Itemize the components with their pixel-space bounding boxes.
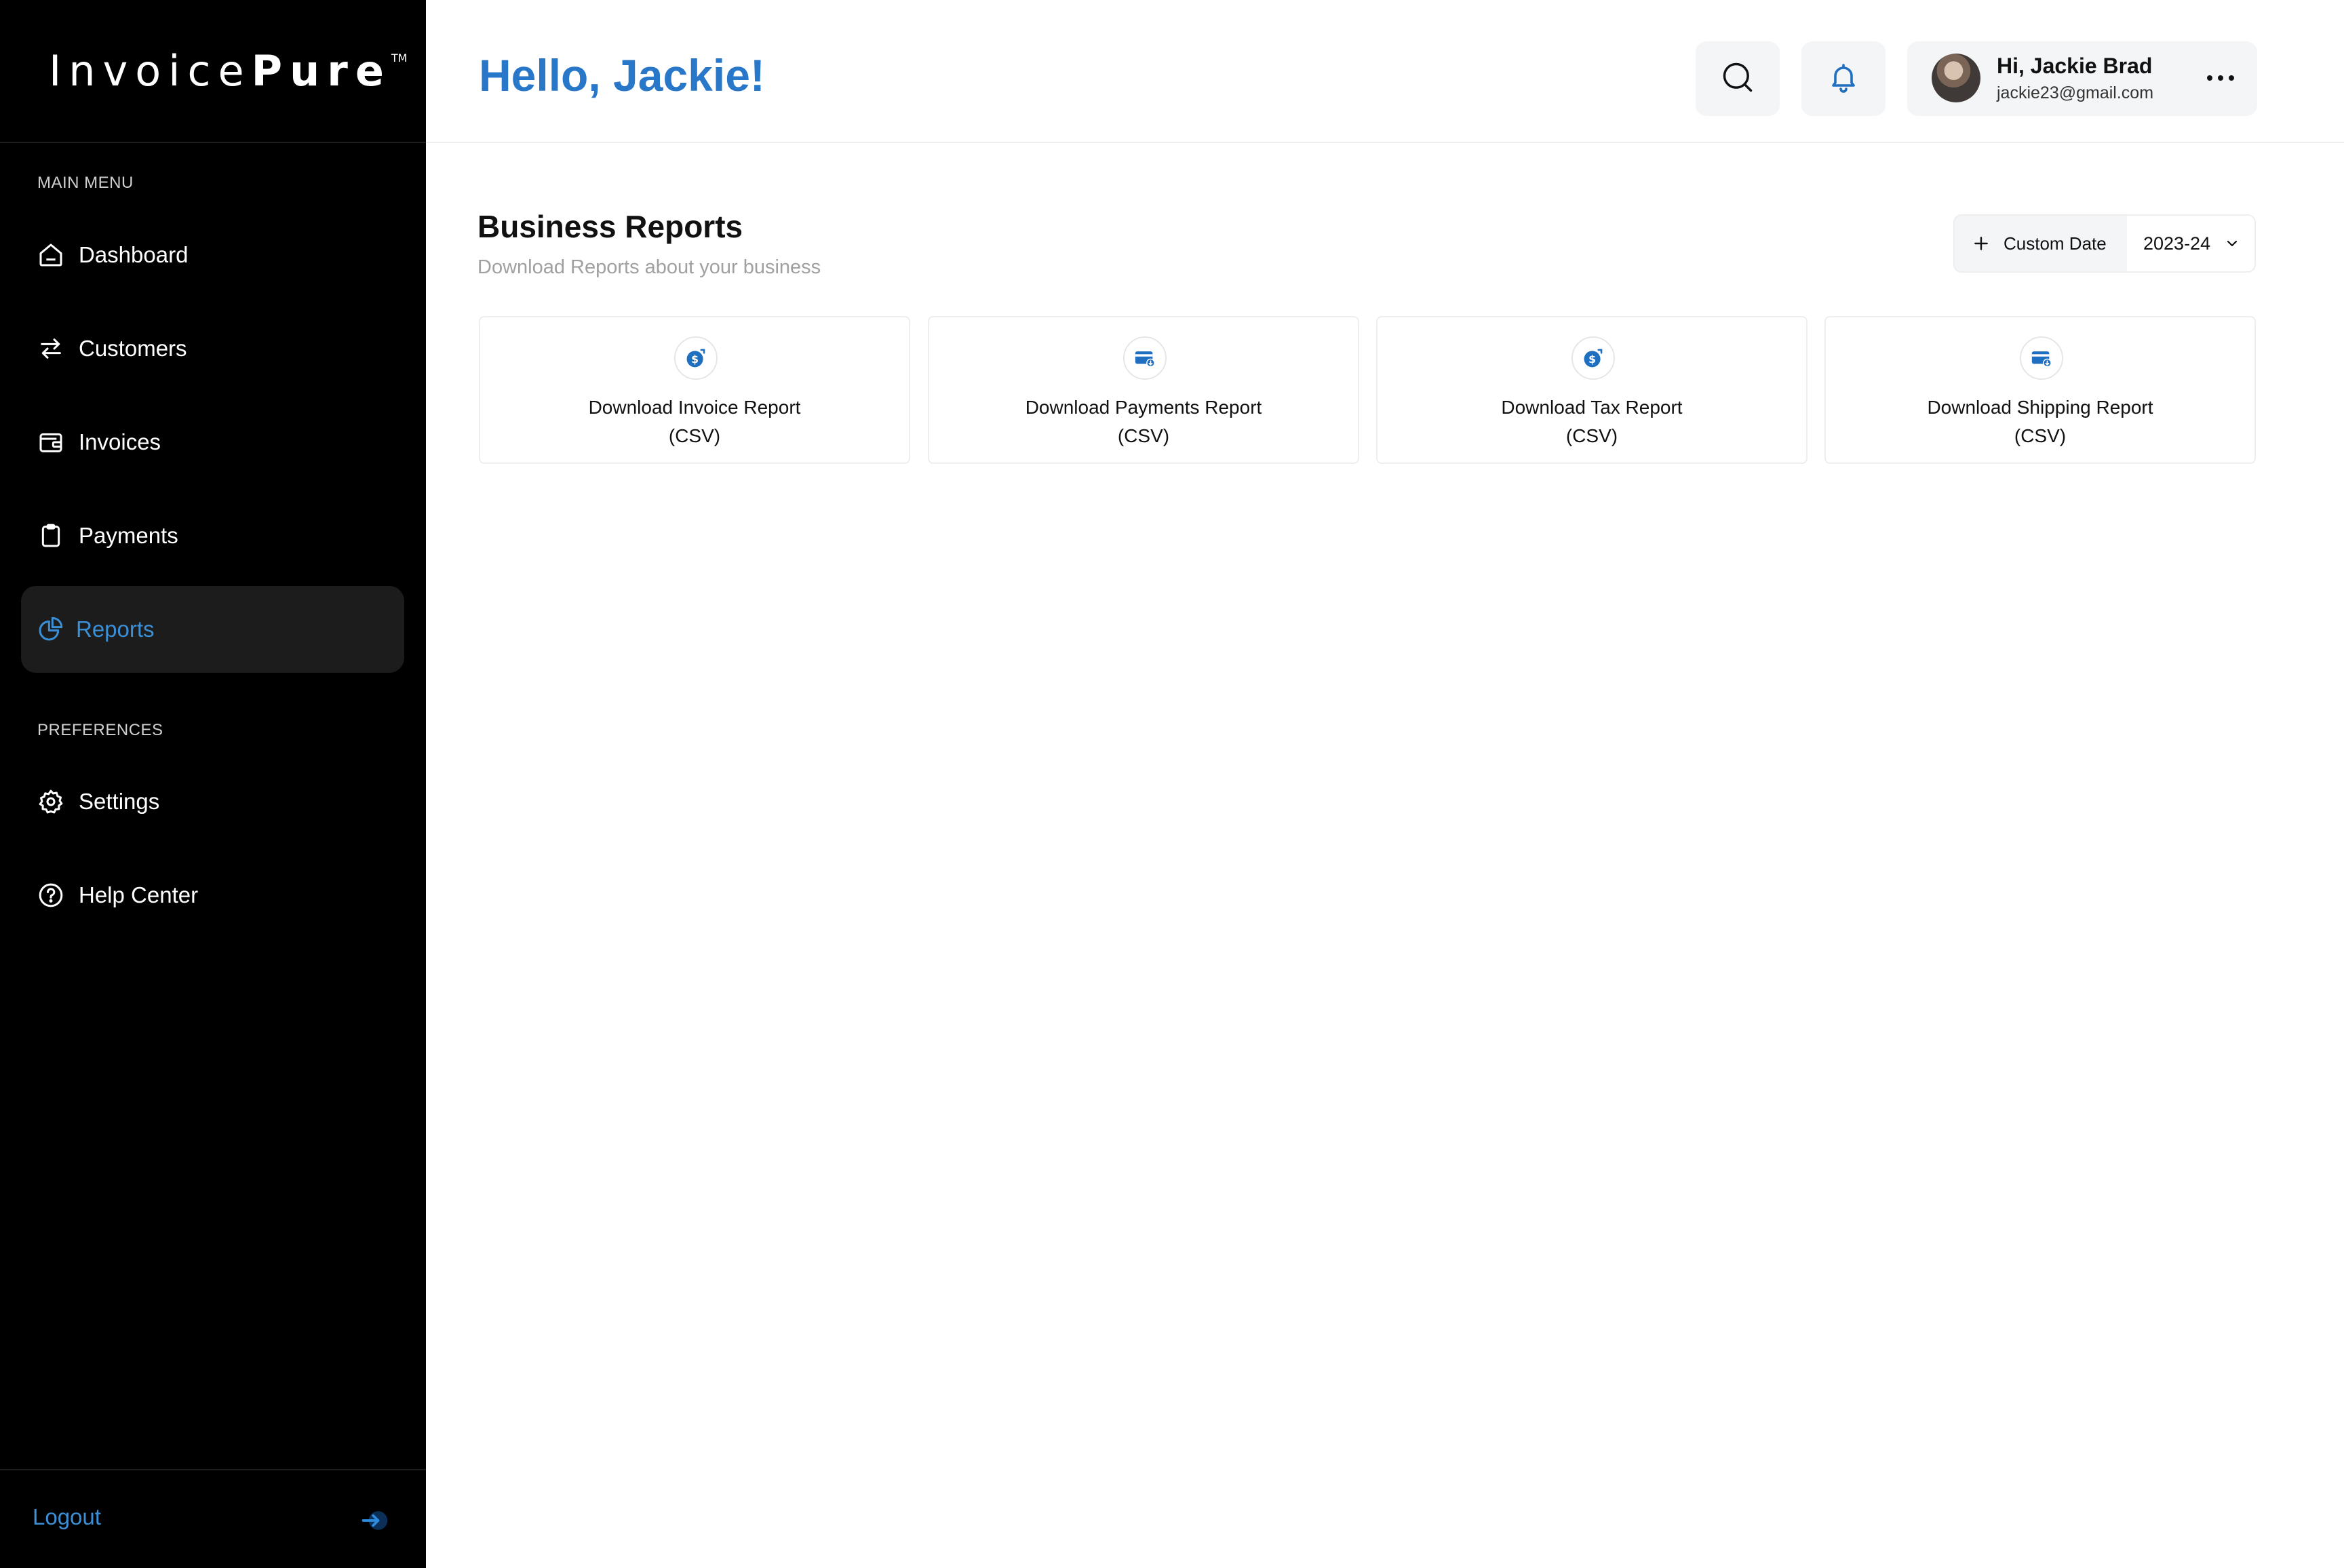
- notifications-button[interactable]: [1801, 41, 1886, 116]
- dollar-coin-icon: $: [674, 336, 718, 380]
- sidebar-item-label: Help Center: [79, 882, 199, 907]
- clipboard-icon: [36, 521, 66, 551]
- logout-button[interactable]: Logout: [33, 1504, 101, 1530]
- report-format: (CSV): [668, 425, 721, 446]
- report-label: Download Payments Report (CSV): [929, 393, 1358, 450]
- plus-icon: [1972, 235, 1990, 252]
- svg-text:$: $: [1588, 353, 1596, 366]
- brand-name-light: Invoice: [49, 46, 252, 96]
- help-circle-icon: [36, 880, 66, 910]
- preferences-label: PREFERENCES: [37, 721, 163, 739]
- shipping-report-card[interactable]: Download Shipping Report (CSV): [1824, 316, 2256, 464]
- card-icon: [2020, 336, 2063, 380]
- page-subtitle: Download Reports about your business: [477, 256, 821, 278]
- year-select[interactable]: 2023-24: [2127, 216, 2254, 271]
- brand-name-bold: Pure: [251, 46, 391, 96]
- logout-arrow-icon[interactable]: [359, 1506, 389, 1535]
- sidebar-item-settings[interactable]: Settings: [21, 758, 404, 845]
- sidebar-item-invoices[interactable]: Invoices: [21, 399, 404, 486]
- sidebar-item-help-center[interactable]: Help Center: [21, 852, 404, 939]
- report-label: Download Tax Report (CSV): [1378, 393, 1806, 450]
- sidebar-item-label: Customers: [79, 336, 187, 361]
- sidebar-item-label: Settings: [79, 789, 160, 814]
- sidebar-item-dashboard[interactable]: Dashboard: [21, 212, 404, 298]
- app: InvoicePureTM MAIN MENU Dashboard Custom…: [0, 0, 2344, 1568]
- user-email: jackie23@gmail.com: [1997, 83, 2154, 102]
- sidebar-item-reports[interactable]: Reports: [21, 586, 404, 673]
- report-format: (CSV): [1565, 425, 1618, 446]
- custom-date-label: Custom Date: [2004, 233, 2107, 254]
- chevron-down-icon: [2224, 235, 2240, 252]
- user-name: Hi, Jackie Brad: [1997, 54, 2153, 78]
- card-icon: [1123, 336, 1167, 380]
- brand-header: InvoicePureTM: [0, 0, 426, 143]
- sidebar-item-payments[interactable]: Payments: [21, 492, 404, 579]
- report-format: (CSV): [1117, 425, 1170, 446]
- payments-report-card[interactable]: Download Payments Report (CSV): [928, 316, 1359, 464]
- custom-date-button[interactable]: Custom Date: [1955, 216, 2127, 271]
- sidebar-item-label: Invoices: [79, 429, 161, 454]
- sidebar-item-label: Dashboard: [79, 242, 189, 267]
- top-header: Hello, Jackie! Hi, Jackie Brad jackie23@…: [426, 0, 2344, 143]
- sidebar-item-label: Payments: [79, 523, 178, 548]
- sidebar-item-customers[interactable]: Customers: [21, 305, 404, 392]
- sidebar: InvoicePureTM MAIN MENU Dashboard Custom…: [0, 0, 426, 1568]
- sidebar-item-label: Reports: [76, 616, 155, 642]
- invoice-report-card[interactable]: $ Download Invoice Report (CSV): [479, 316, 910, 464]
- report-title: Download Invoice Report: [588, 397, 801, 418]
- search-icon: [1720, 60, 1755, 98]
- year-select-value: 2023-24: [2143, 233, 2211, 254]
- date-filter-controls: Custom Date 2023-24: [1953, 214, 2256, 273]
- search-button[interactable]: [1696, 41, 1780, 116]
- home-icon: [36, 240, 66, 270]
- report-title: Download Payments Report: [1025, 397, 1262, 418]
- report-title: Download Shipping Report: [1927, 397, 2153, 418]
- report-label: Download Invoice Report (CSV): [480, 393, 909, 450]
- brand-logo: InvoicePureTM: [49, 50, 407, 92]
- wallet-icon: [36, 427, 66, 457]
- user-profile-card[interactable]: Hi, Jackie Brad jackie23@gmail.com: [1907, 41, 2257, 116]
- avatar: [1932, 54, 1980, 102]
- more-horizontal-icon: [2206, 73, 2235, 85]
- main-menu-label: MAIN MENU: [37, 174, 134, 192]
- more-options-button[interactable]: [2202, 60, 2240, 98]
- tax-report-card[interactable]: $ Download Tax Report (CSV): [1376, 316, 1808, 464]
- page-title: Business Reports: [477, 209, 743, 244]
- report-format: (CSV): [2014, 425, 2067, 446]
- logout-bar: Logout: [0, 1469, 426, 1568]
- report-title: Download Tax Report: [1501, 397, 1683, 418]
- report-label: Download Shipping Report (CSV): [1826, 393, 2254, 450]
- dollar-coin-icon: $: [1571, 336, 1615, 380]
- swap-arrows-icon: [36, 334, 66, 364]
- greeting-title: Hello, Jackie!: [479, 50, 765, 100]
- bell-icon: [1827, 61, 1860, 97]
- trademark: TM: [391, 52, 408, 64]
- svg-text:$: $: [691, 353, 699, 366]
- gear-icon: [36, 787, 66, 817]
- pie-chart-icon: [35, 614, 65, 644]
